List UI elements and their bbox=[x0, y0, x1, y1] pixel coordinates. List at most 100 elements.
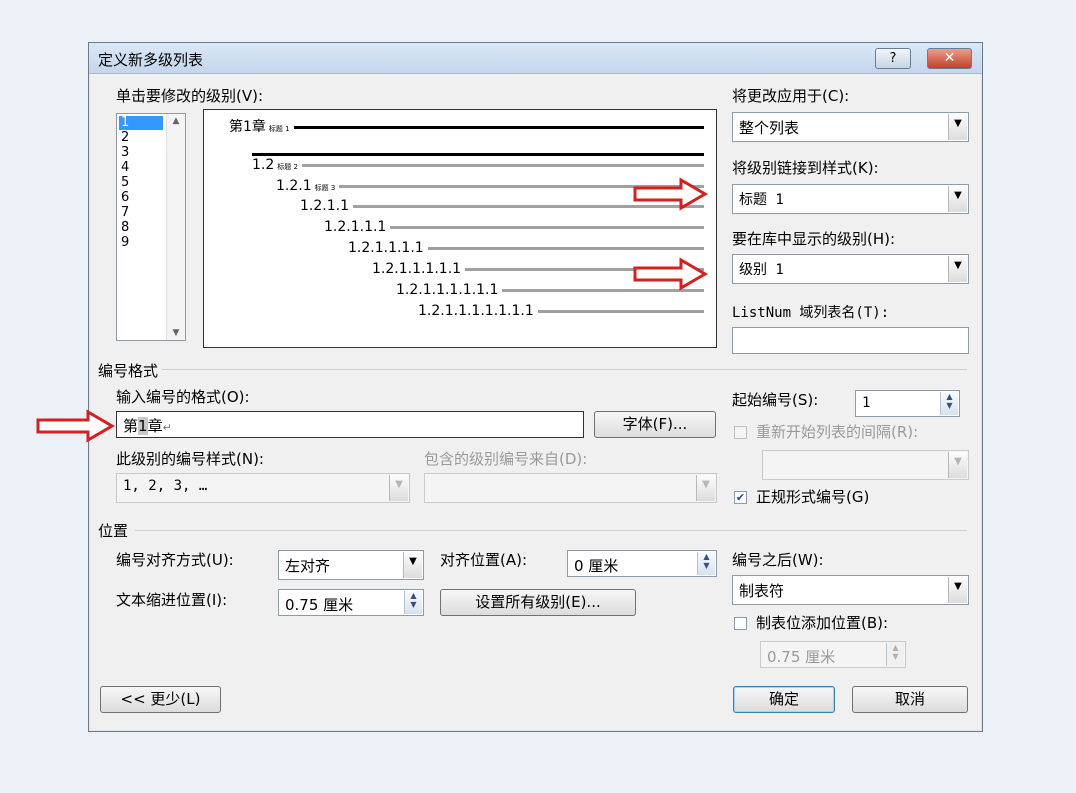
apply-to-label: 将更改应用于(C): bbox=[732, 87, 850, 105]
format-input[interactable]: 第1章↵ bbox=[116, 411, 584, 438]
preview-rule bbox=[427, 247, 704, 250]
follow-value: 制表符 bbox=[739, 582, 785, 600]
level-item[interactable]: 1 bbox=[119, 116, 163, 130]
chevron-down-icon[interactable]: ▼ bbox=[389, 475, 408, 501]
position-section-label: 位置 bbox=[98, 522, 129, 540]
preview-line-text: 1.2.1.1.1.1.1.1 bbox=[396, 283, 498, 297]
help-button[interactable]: ? bbox=[875, 48, 911, 69]
legal-checkbox[interactable]: ✔ bbox=[734, 491, 747, 504]
tab-stop-value: 0.75 厘米 bbox=[767, 648, 836, 666]
chevron-down-icon[interactable]: ▼ bbox=[948, 452, 967, 478]
level-item[interactable]: 5 bbox=[119, 176, 163, 190]
title-bar: 定义新多级列表 ? ✕ bbox=[89, 43, 982, 74]
dialog-title: 定义新多级列表 bbox=[98, 51, 204, 69]
preview-number: 1.2.1.1.1.1.1.1.1 bbox=[418, 303, 534, 319]
font-button[interactable]: 字体(F)... bbox=[594, 411, 716, 438]
gallery-level-value: 级别 1 bbox=[739, 262, 784, 278]
levels-listbox[interactable]: 123456789 ▲ ▼ bbox=[116, 113, 186, 341]
level-item[interactable]: 3 bbox=[119, 146, 163, 160]
preview-style-name: 标题 3 bbox=[314, 184, 336, 192]
apply-to-value: 整个列表 bbox=[739, 119, 800, 137]
indent-value: 0.75 厘米 bbox=[285, 596, 354, 614]
indent-label: 文本缩进位置(I): bbox=[116, 591, 228, 609]
preview-line-text: 1.2.1.1.1.1 bbox=[348, 241, 424, 255]
cancel-button[interactable]: 取消 bbox=[852, 686, 968, 713]
align-at-spinner[interactable]: 0 厘米 ▲ ▼ bbox=[567, 550, 717, 577]
format-label: 输入编号的格式(O): bbox=[116, 388, 250, 406]
preview-line-text: 1.2.1.1.1.1.1.1.1 bbox=[418, 304, 534, 318]
close-button[interactable]: ✕ bbox=[927, 48, 972, 69]
level-item[interactable]: 4 bbox=[119, 161, 163, 175]
preview-style-name: 标题 1 bbox=[268, 125, 290, 133]
preview-line-text: 1.2.1 标题 3 bbox=[276, 179, 335, 195]
preview-number: 1.2.1.1.1 bbox=[324, 219, 387, 235]
preview-number: 1.2.1 bbox=[276, 178, 312, 194]
level-item[interactable]: 2 bbox=[119, 131, 163, 145]
preview-number: 1.2.1.1 bbox=[300, 198, 349, 214]
include-level-label: 包含的级别编号来自(D): bbox=[424, 450, 588, 468]
tab-stop-checkbox[interactable] bbox=[734, 617, 747, 630]
preview-number: 1.2.1.1.1.1.1.1 bbox=[396, 282, 499, 298]
annotation-arrow-icon bbox=[633, 177, 708, 211]
spin-arrows-icon[interactable]: ▲ ▼ bbox=[886, 643, 904, 666]
level-item[interactable]: 9 bbox=[119, 236, 163, 250]
spin-arrows-icon[interactable]: ▲ ▼ bbox=[940, 392, 958, 415]
start-at-value: 1 bbox=[862, 395, 871, 411]
spin-arrows-icon[interactable]: ▲ ▼ bbox=[404, 591, 422, 614]
chevron-down-icon[interactable]: ▼ bbox=[948, 256, 967, 282]
format-suffix: 章 bbox=[147, 417, 163, 435]
less-button[interactable]: << 更少(L) bbox=[100, 686, 221, 713]
restart-label: 重新开始列表的间隔(R): bbox=[756, 423, 919, 441]
link-style-combo[interactable]: 标题 1 ▼ bbox=[732, 184, 969, 214]
scroll-up-icon[interactable]: ▲ bbox=[167, 116, 185, 126]
number-style-combo[interactable]: 1, 2, 3, … ▼ bbox=[116, 473, 410, 503]
chevron-down-icon[interactable]: ▼ bbox=[948, 114, 967, 140]
start-at-spinner[interactable]: 1 ▲ ▼ bbox=[855, 390, 960, 417]
align-label: 编号对齐方式(U): bbox=[116, 551, 234, 569]
number-style-label: 此级别的编号样式(N): bbox=[116, 450, 264, 468]
preview-number: 1.2.1.1.1.1 bbox=[348, 240, 424, 256]
annotation-arrow-icon bbox=[633, 257, 708, 291]
levels-label: 单击要修改的级别(V): bbox=[116, 87, 264, 105]
chevron-down-icon[interactable]: ▼ bbox=[696, 475, 715, 501]
ok-button[interactable]: 确定 bbox=[733, 686, 835, 713]
annotation-arrow-icon bbox=[36, 409, 115, 443]
preview-line-text: 1.2.1.1.1 bbox=[324, 220, 386, 234]
gallery-level-combo[interactable]: 级别 1 ▼ bbox=[732, 254, 969, 284]
include-level-combo[interactable]: ▼ bbox=[424, 473, 717, 503]
spin-arrows-icon[interactable]: ▲ ▼ bbox=[697, 552, 715, 575]
number-format-section-label: 编号格式 bbox=[98, 362, 159, 380]
levels-scrollbar[interactable]: ▲ ▼ bbox=[166, 114, 185, 340]
tab-stop-spinner[interactable]: 0.75 厘米 ▲ ▼ bbox=[760, 641, 906, 668]
preview-line-text: 1.2.1.1.1.1.1 bbox=[372, 262, 461, 276]
follow-label: 编号之后(W): bbox=[732, 551, 824, 569]
set-all-levels-button[interactable]: 设置所有级别(E)... bbox=[440, 589, 636, 616]
preview-number: 1.2.1.1.1.1.1 bbox=[372, 261, 462, 277]
scroll-down-icon[interactable]: ▼ bbox=[167, 328, 185, 338]
number-style-value: 1, 2, 3, … bbox=[123, 478, 208, 494]
preview-number: 第1章 bbox=[229, 119, 266, 135]
level-item[interactable]: 6 bbox=[119, 191, 163, 205]
preview-number: 1.2 bbox=[252, 157, 275, 173]
chevron-down-icon[interactable]: ▼ bbox=[948, 186, 967, 212]
format-number-field[interactable]: 1 bbox=[138, 417, 148, 435]
restart-combo[interactable]: ▼ bbox=[762, 450, 969, 480]
restart-checkbox[interactable] bbox=[734, 426, 747, 439]
preview-line-text: 第1章 标题 1 bbox=[229, 120, 290, 136]
tab-stop-label: 制表位添加位置(B): bbox=[756, 614, 889, 632]
align-combo[interactable]: 左对齐 ▼ bbox=[278, 550, 424, 580]
level-item[interactable]: 7 bbox=[119, 206, 163, 220]
preview-rule bbox=[301, 164, 704, 167]
apply-to-combo[interactable]: 整个列表 ▼ bbox=[732, 112, 969, 142]
level-item[interactable]: 8 bbox=[119, 221, 163, 235]
chevron-down-icon[interactable]: ▼ bbox=[948, 577, 967, 603]
chevron-down-icon[interactable]: ▼ bbox=[403, 552, 422, 578]
preview-rule bbox=[293, 126, 704, 129]
indent-spinner[interactable]: 0.75 厘米 ▲ ▼ bbox=[278, 589, 424, 616]
follow-combo[interactable]: 制表符 ▼ bbox=[732, 575, 969, 605]
align-at-value: 0 厘米 bbox=[574, 557, 619, 575]
listnum-input[interactable] bbox=[732, 327, 969, 354]
align-at-label: 对齐位置(A): bbox=[440, 551, 528, 569]
align-value: 左对齐 bbox=[285, 557, 331, 575]
link-style-value: 标题 1 bbox=[739, 192, 784, 208]
